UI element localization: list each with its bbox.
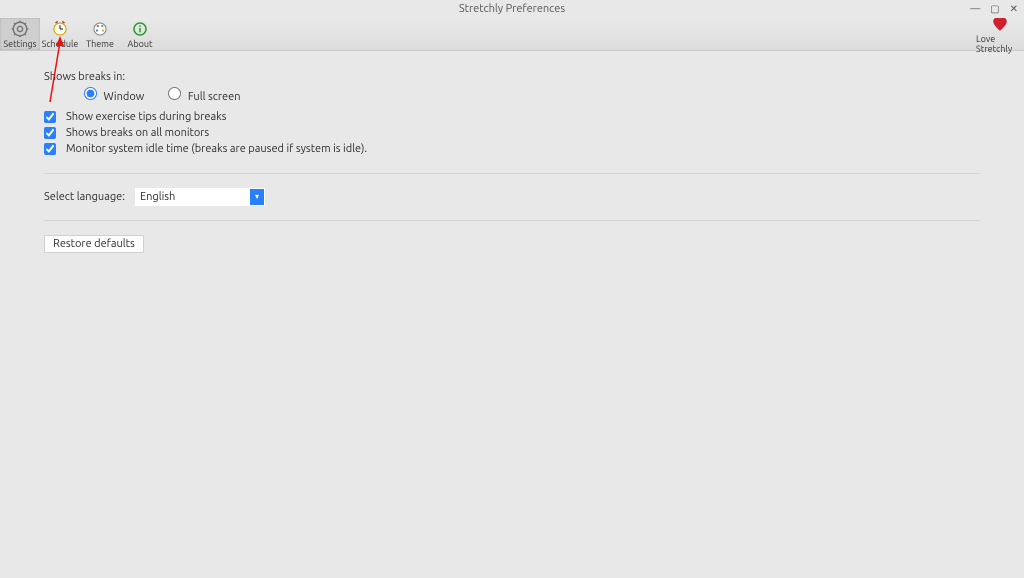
minimize-button[interactable]: — bbox=[970, 0, 980, 18]
language-section: Select language: English ▾ bbox=[44, 188, 980, 221]
checkbox-idle-time-label: Monitor system idle time (breaks are pau… bbox=[66, 143, 367, 155]
language-select[interactable]: English ▾ bbox=[135, 188, 265, 206]
language-label: Select language: bbox=[44, 191, 125, 203]
restore-defaults-button[interactable]: Restore defaults bbox=[44, 235, 144, 253]
close-button[interactable]: ✕ bbox=[1010, 0, 1018, 18]
tab-love-label: Love Stretchly bbox=[976, 34, 1024, 54]
breaks-heading: Shows breaks in: bbox=[44, 71, 980, 83]
tab-settings[interactable]: Settings bbox=[0, 18, 40, 50]
radio-window[interactable]: Window bbox=[84, 87, 144, 103]
tab-settings-label: Settings bbox=[3, 39, 36, 49]
radio-window-label: Window bbox=[104, 91, 145, 103]
tab-about-label: About bbox=[127, 39, 152, 49]
tab-schedule[interactable]: Schedule bbox=[40, 18, 80, 50]
checkbox-all-monitors-label: Shows breaks on all monitors bbox=[66, 127, 209, 139]
toolbar: Settings Schedule Theme About Love Stret… bbox=[0, 18, 1024, 51]
info-icon bbox=[131, 20, 149, 38]
checkbox-idle-time[interactable] bbox=[44, 143, 56, 155]
radio-window-input[interactable] bbox=[84, 87, 97, 100]
tab-theme-label: Theme bbox=[86, 39, 114, 49]
actions-section: Restore defaults bbox=[44, 235, 980, 253]
breaks-section: Shows breaks in: Window Full screen Show… bbox=[44, 71, 980, 174]
breaks-display-radiogroup: Window Full screen bbox=[84, 87, 980, 103]
title-bar: Stretchly Preferences — ▢ ✕ bbox=[0, 0, 1024, 18]
checkbox-exercise-tips[interactable] bbox=[44, 111, 56, 123]
maximize-button[interactable]: ▢ bbox=[990, 0, 999, 18]
language-select-value: English bbox=[140, 191, 175, 203]
clock-icon bbox=[51, 20, 69, 38]
radio-fullscreen-input[interactable] bbox=[168, 87, 181, 100]
tab-theme[interactable]: Theme bbox=[80, 18, 120, 50]
checkbox-all-monitors[interactable] bbox=[44, 127, 56, 139]
chevron-down-icon: ▾ bbox=[250, 189, 264, 205]
window-title: Stretchly Preferences bbox=[459, 3, 565, 15]
tab-love-stretchly[interactable]: Love Stretchly bbox=[976, 18, 1024, 50]
tab-about[interactable]: About bbox=[120, 18, 160, 50]
radio-fullscreen-label: Full screen bbox=[188, 91, 241, 103]
tab-schedule-label: Schedule bbox=[42, 39, 79, 49]
palette-icon bbox=[91, 20, 109, 38]
radio-fullscreen[interactable]: Full screen bbox=[168, 87, 240, 103]
settings-panel: Shows breaks in: Window Full screen Show… bbox=[0, 51, 1024, 253]
gear-icon bbox=[11, 20, 29, 38]
checkbox-exercise-tips-label: Show exercise tips during breaks bbox=[66, 111, 226, 123]
